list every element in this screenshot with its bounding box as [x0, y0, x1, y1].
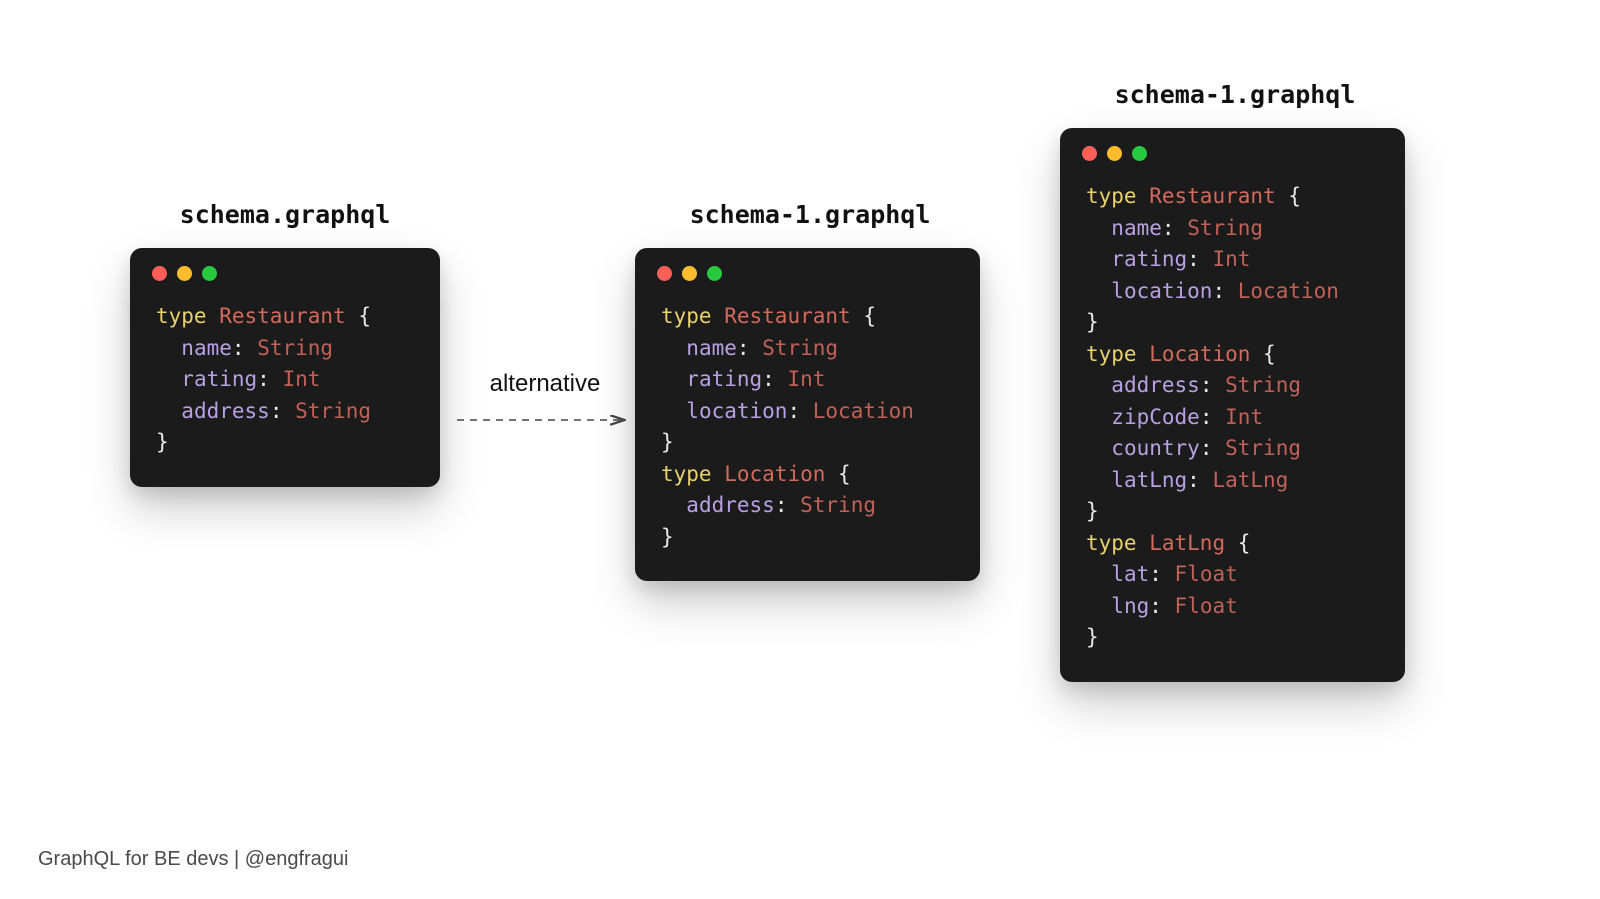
title-middle: schema-1.graphql	[660, 200, 960, 229]
window-controls	[1060, 128, 1405, 169]
title-right: schema-1.graphql	[1085, 80, 1385, 109]
code-window-right: type Restaurant { name: String rating: I…	[1060, 128, 1405, 682]
minimize-icon	[177, 266, 192, 281]
close-icon	[1082, 146, 1097, 161]
zoom-icon	[1132, 146, 1147, 161]
diagram-stage: schema.graphql schema-1.graphql schema-1…	[0, 0, 1600, 899]
title-left: schema.graphql	[155, 200, 415, 229]
zoom-icon	[202, 266, 217, 281]
arrow-label: alternative	[475, 370, 615, 398]
arrow-icon	[455, 410, 630, 430]
code-window-left: type Restaurant { name: String rating: I…	[130, 248, 440, 487]
code-block-right: type Restaurant { name: String rating: I…	[1060, 169, 1405, 682]
zoom-icon	[707, 266, 722, 281]
window-controls	[130, 248, 440, 289]
footer-text: GraphQL for BE devs | @engfragui	[38, 848, 348, 871]
code-block-middle: type Restaurant { name: String rating: I…	[635, 289, 980, 581]
code-block-left: type Restaurant { name: String rating: I…	[130, 289, 440, 487]
code-window-middle: type Restaurant { name: String rating: I…	[635, 248, 980, 581]
window-controls	[635, 248, 980, 289]
minimize-icon	[1107, 146, 1122, 161]
minimize-icon	[682, 266, 697, 281]
close-icon	[657, 266, 672, 281]
close-icon	[152, 266, 167, 281]
